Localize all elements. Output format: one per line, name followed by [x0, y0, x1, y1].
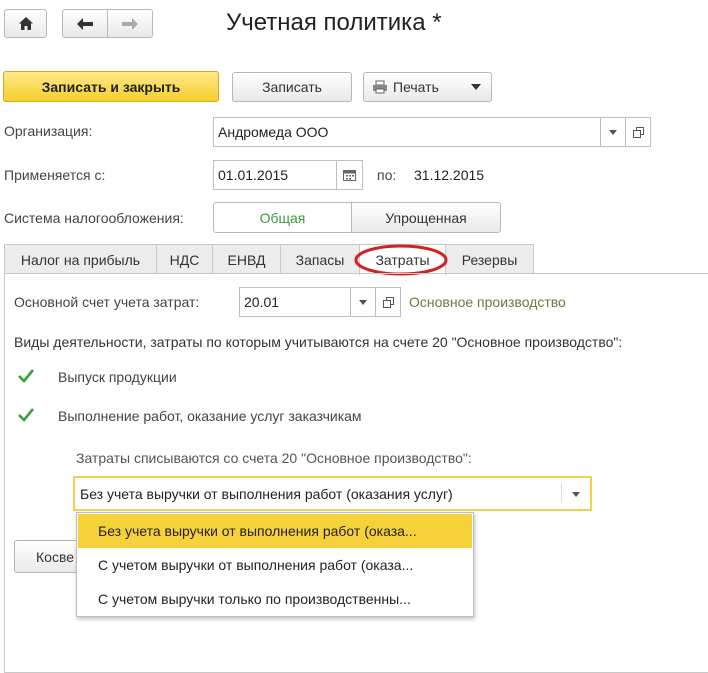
tab-profit-tax[interactable]: Налог на прибыль	[4, 244, 157, 274]
checkbox-product-output-label: Выпуск продукции	[58, 369, 177, 385]
checkbox-product-output[interactable]	[17, 367, 35, 385]
writeoff-select-value: Без учета выручки от выполнения работ (о…	[80, 485, 453, 502]
back-button[interactable]	[62, 9, 108, 38]
tax-system-label: Система налогообложения:	[4, 210, 184, 226]
printer-icon	[373, 80, 387, 94]
main-account-dropdown-button[interactable]	[350, 287, 376, 317]
tab-reserves[interactable]: Резервы	[445, 244, 534, 274]
forward-button[interactable]	[107, 9, 153, 38]
print-button[interactable]: Печать	[363, 72, 492, 102]
open-window-icon	[382, 296, 394, 308]
calendar-button[interactable]	[336, 160, 363, 190]
indirect-costs-button-label: Косве	[36, 548, 75, 565]
dropdown-arrow-icon[interactable]	[572, 492, 580, 497]
save-button[interactable]: Записать	[232, 72, 352, 102]
open-window-icon	[632, 126, 644, 138]
checkbox-services[interactable]	[17, 406, 35, 424]
page-title: Учетная политика *	[226, 9, 442, 36]
organization-label: Организация:	[4, 123, 93, 139]
home-button[interactable]	[4, 9, 47, 38]
dropdown-arrow-icon	[609, 129, 617, 135]
applies-to-value: 31.12.2015	[414, 167, 485, 183]
writeoff-select[interactable]: Без учета выручки от выполнения работ (о…	[73, 476, 592, 511]
writeoff-label: Затраты списываются со счета 20 "Основно…	[76, 450, 472, 466]
writeoff-option-2[interactable]: С учетом выручки от выполнения работ (ок…	[78, 548, 472, 582]
checkbox-services-label: Выполнение работ, оказание услуг заказчи…	[58, 408, 362, 424]
print-label: Печать	[393, 79, 439, 95]
arrow-right-icon	[122, 17, 138, 30]
writeoff-option-1[interactable]: Без учета выручки от выполнения работ (о…	[78, 514, 472, 548]
main-account-label: Основной счет учета затрат:	[14, 294, 200, 310]
checkmark-icon	[18, 369, 35, 383]
writeoff-option-3[interactable]: С учетом выручки только по производствен…	[78, 582, 472, 616]
tab-vat[interactable]: НДС	[156, 244, 213, 274]
main-account-field[interactable]: 20.01	[239, 287, 351, 317]
checkmark-icon	[18, 408, 35, 422]
tab-inventory[interactable]: Запасы	[280, 244, 360, 274]
save-and-close-button[interactable]: Записать и закрыть	[3, 71, 219, 102]
writeoff-dropdown-list: Без учета выручки от выполнения работ (о…	[76, 512, 474, 617]
chevron-down-icon	[471, 84, 481, 90]
organization-field[interactable]: Андромеда ООО	[213, 117, 601, 147]
activities-caption: Виды деятельности, затраты по которым уч…	[14, 334, 623, 350]
organization-dropdown-button[interactable]	[600, 117, 626, 147]
calendar-icon	[343, 169, 356, 181]
dropdown-arrow-icon	[359, 299, 367, 305]
organization-open-button[interactable]	[625, 117, 651, 147]
tax-system-general-button[interactable]: Общая	[213, 202, 352, 233]
applies-to-label: по:	[377, 167, 397, 183]
arrow-left-icon	[77, 17, 93, 30]
applies-from-field[interactable]: 01.01.2015	[213, 160, 337, 190]
main-account-link[interactable]: Основное производство	[409, 294, 566, 310]
applies-from-label: Применяется с:	[4, 167, 106, 183]
main-account-open-button[interactable]	[375, 287, 401, 317]
home-icon	[18, 17, 33, 30]
tax-system-simplified-button[interactable]: Упрощенная	[351, 202, 501, 233]
tab-envd[interactable]: ЕНВД	[212, 244, 281, 274]
